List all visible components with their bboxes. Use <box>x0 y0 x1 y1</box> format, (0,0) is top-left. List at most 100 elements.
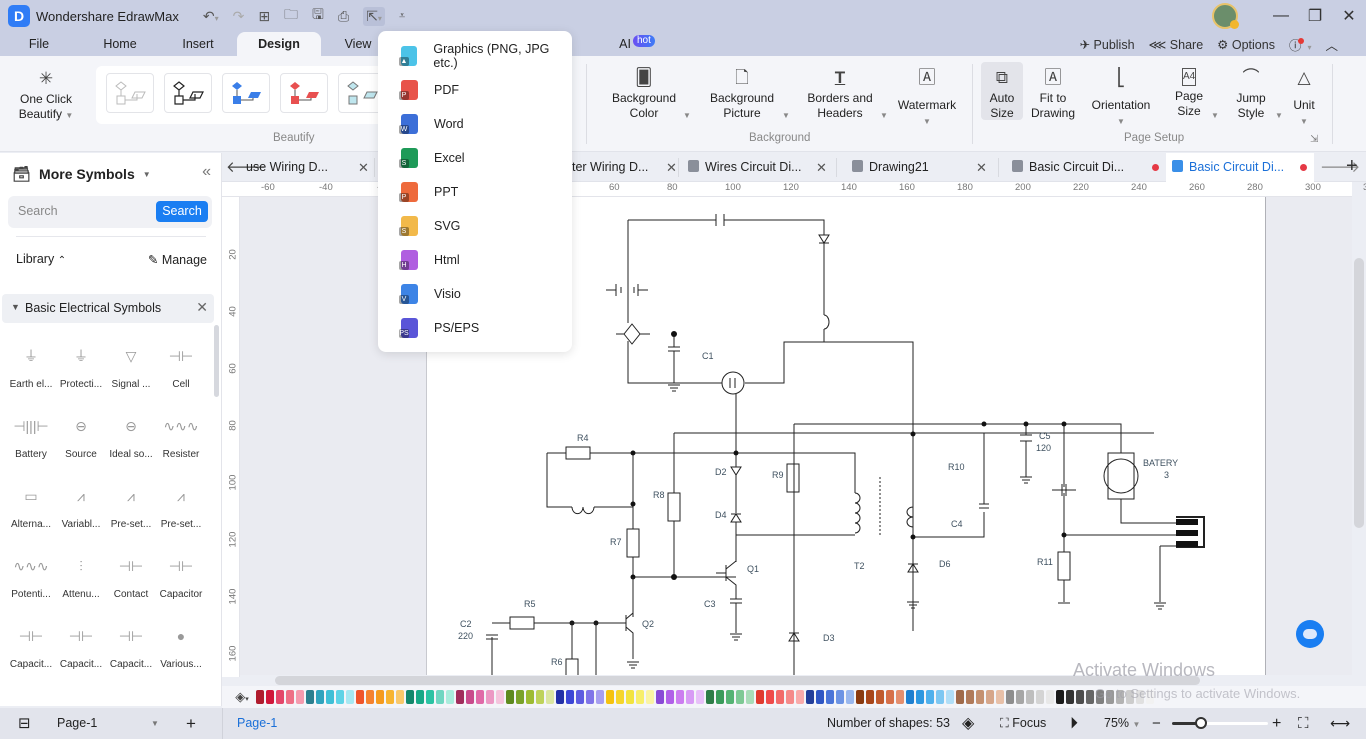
symbol-item[interactable]: ⊣⊢ Capacit... <box>56 623 106 671</box>
zoom-slider[interactable] <box>1172 717 1268 729</box>
symbol-search-input[interactable] <box>18 204 148 218</box>
jump-style-dropdown[interactable]: ▼ <box>1275 108 1283 123</box>
page-selector[interactable]: Page-1 ▼ <box>57 708 159 739</box>
publish-button[interactable]: ✈ Publish <box>1080 37 1135 52</box>
color-swatch[interactable] <box>516 690 524 704</box>
doc-tab[interactable]: Wires Circuit Di... ✕ <box>688 153 828 182</box>
restore-icon[interactable]: ❐ <box>1298 6 1332 26</box>
symbol-item[interactable]: ⊣|||⊢ Battery <box>6 413 56 461</box>
redo-icon[interactable]: ↷ <box>233 8 245 25</box>
color-swatch[interactable] <box>496 690 504 704</box>
zoom-level[interactable]: 75% ▼ <box>1104 708 1140 739</box>
color-swatch[interactable] <box>1036 690 1044 704</box>
page-setup-expand-icon[interactable]: ⇲ <box>1310 132 1318 147</box>
color-swatch[interactable] <box>676 690 684 704</box>
panel-scrollbar[interactable] <box>214 325 219 397</box>
symbol-item[interactable]: ⊣⊢ Capacitor <box>156 553 206 601</box>
color-swatch[interactable] <box>986 690 994 704</box>
color-swatch[interactable] <box>866 690 874 704</box>
symbol-item[interactable]: ⏚ Protecti... <box>56 343 106 390</box>
symbol-item[interactable]: ⏚ Earth el... <box>6 343 56 390</box>
color-swatch[interactable] <box>566 690 574 704</box>
color-swatch[interactable] <box>276 690 284 704</box>
color-swatch[interactable] <box>726 690 734 704</box>
color-swatch[interactable] <box>716 690 724 704</box>
color-swatch[interactable] <box>576 690 584 704</box>
doc-tab-active[interactable]: Basic Circuit Di... <box>1166 153 1314 182</box>
symbol-item[interactable]: ⊣⊢ Contact <box>106 553 156 601</box>
color-swatch[interactable] <box>1066 690 1074 704</box>
color-swatch[interactable] <box>306 690 314 704</box>
new-tab-icon[interactable]: + <box>1346 155 1358 178</box>
color-swatch[interactable] <box>886 690 894 704</box>
color-swatch[interactable] <box>786 690 794 704</box>
color-swatch[interactable] <box>746 690 754 704</box>
watermark-button[interactable]: 🄰 Watermark ▼ <box>894 68 960 129</box>
background-picture-dropdown[interactable]: ▼ <box>782 108 790 123</box>
color-swatch[interactable] <box>396 690 404 704</box>
color-swatch[interactable] <box>466 690 474 704</box>
beautify-style-1[interactable] <box>106 73 154 113</box>
color-swatch[interactable] <box>636 690 644 704</box>
close-tab-icon[interactable]: ✕ <box>816 153 827 182</box>
color-swatch[interactable] <box>1086 690 1094 704</box>
color-swatch[interactable] <box>666 690 674 704</box>
beautify-style-4[interactable] <box>280 73 328 113</box>
color-swatch[interactable] <box>406 690 414 704</box>
export-pdf[interactable]: PDF <box>378 73 572 107</box>
page-panel-icon[interactable]: ⊟ <box>18 708 31 739</box>
color-swatch[interactable] <box>736 690 744 704</box>
color-swatch[interactable] <box>796 690 804 704</box>
color-swatch[interactable] <box>326 690 334 704</box>
symbol-item[interactable]: ⩘ Pre-set... <box>106 483 156 531</box>
library-toggle[interactable]: Library ⌃ <box>16 252 66 266</box>
tab-insert[interactable]: Insert <box>176 32 220 56</box>
symbol-item[interactable]: ∿∿∿ Resister <box>156 413 206 461</box>
color-swatch[interactable] <box>946 690 954 704</box>
background-color-button[interactable]: 🂠 Background Color <box>606 68 682 121</box>
close-icon[interactable]: ✕ <box>1332 6 1366 26</box>
export-icon[interactable]: ⇱▾ <box>363 6 385 26</box>
symbol-item[interactable]: ∿∿∿ Potenti... <box>6 553 56 601</box>
symbol-item[interactable]: ⊣⊢ Cell <box>156 343 206 391</box>
play-icon[interactable]: ⏵ <box>1070 708 1078 739</box>
close-tab-icon[interactable]: ✕ <box>976 153 987 182</box>
color-swatch[interactable] <box>856 690 864 704</box>
fit-width-icon[interactable]: ⟷ <box>1330 708 1350 739</box>
color-swatch[interactable] <box>906 690 914 704</box>
symbol-item[interactable]: ⊣⊢ Capacit... <box>106 623 156 671</box>
color-swatch[interactable] <box>816 690 824 704</box>
fullscreen-icon[interactable]: ⛶ <box>1298 708 1309 739</box>
export-graphics[interactable]: Graphics (PNG, JPG etc.) <box>378 39 572 73</box>
background-picture-button[interactable]: 🗋 Background Picture <box>704 68 780 121</box>
borders-dropdown[interactable]: ▼ <box>880 108 888 123</box>
export-word[interactable]: Word <box>378 107 572 141</box>
color-swatch[interactable] <box>546 690 554 704</box>
minimize-icon[interactable]: — <box>1264 7 1298 25</box>
color-swatch[interactable] <box>526 690 534 704</box>
collapse-panel-icon[interactable]: « <box>202 163 211 181</box>
collapse-ribbon-icon[interactable]: ︿ <box>1325 35 1338 54</box>
page-size-dropdown[interactable]: ▼ <box>1211 108 1219 123</box>
color-swatch[interactable] <box>696 690 704 704</box>
color-swatch[interactable] <box>646 690 654 704</box>
color-swatch[interactable] <box>256 690 264 704</box>
close-tab-icon[interactable]: ✕ <box>358 153 369 182</box>
color-swatch[interactable] <box>976 690 984 704</box>
color-swatch[interactable] <box>876 690 884 704</box>
fill-bucket-icon[interactable]: ◈▾ <box>230 689 254 705</box>
symbol-item[interactable]: ▭ Alterna... <box>6 483 56 531</box>
print-icon[interactable]: ⎙ <box>338 8 349 25</box>
tab-ai[interactable]: AI hot <box>612 32 662 56</box>
color-swatch[interactable] <box>916 690 924 704</box>
color-swatch[interactable] <box>386 690 394 704</box>
zoom-in-icon[interactable]: + <box>1272 708 1281 739</box>
background-color-dropdown[interactable]: ▼ <box>683 108 691 123</box>
tab-view[interactable]: View <box>338 32 378 56</box>
new-page-icon[interactable]: ⊞ <box>258 8 270 25</box>
export-ps-eps[interactable]: PS/EPS <box>378 311 572 345</box>
color-swatch[interactable] <box>1016 690 1024 704</box>
color-swatch[interactable] <box>266 690 274 704</box>
color-swatch[interactable] <box>606 690 614 704</box>
symbol-item[interactable]: ⊣⊢ Capacit... <box>6 623 56 671</box>
